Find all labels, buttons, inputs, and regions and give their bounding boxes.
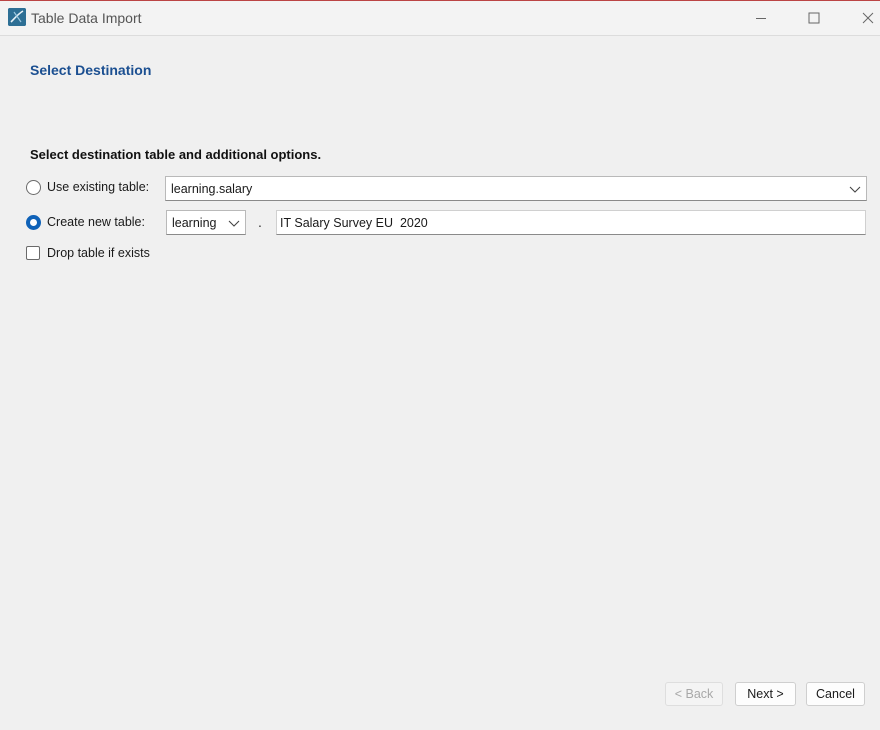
mysql-workbench-icon (8, 8, 26, 26)
existing-table-combobox[interactable]: learning.salary (165, 176, 867, 201)
use-existing-table-label[interactable]: Use existing table: (47, 180, 149, 194)
schema-combobox[interactable]: learning (166, 210, 246, 235)
cancel-button[interactable]: Cancel (806, 682, 865, 706)
minimize-icon (756, 18, 766, 19)
back-button[interactable]: < Back (665, 682, 723, 706)
page-title: Select Destination (30, 62, 152, 78)
drop-table-checkbox[interactable] (26, 246, 40, 260)
new-table-name-field[interactable] (276, 210, 866, 235)
section-heading: Select destination table and additional … (30, 147, 322, 162)
next-button[interactable]: Next > (735, 682, 796, 706)
minimize-button[interactable] (738, 1, 784, 35)
use-existing-table-radio[interactable] (26, 180, 41, 195)
existing-table-value: learning.salary (171, 182, 253, 196)
maximize-icon (808, 12, 820, 24)
create-new-table-radio[interactable] (26, 215, 41, 230)
title-bar: Table Data Import (0, 0, 880, 36)
maximize-button[interactable] (791, 1, 837, 35)
drop-table-label[interactable]: Drop table if exists (47, 246, 150, 260)
close-button[interactable] (845, 1, 880, 35)
chevron-down-icon (849, 186, 861, 193)
create-new-table-label[interactable]: Create new table: (47, 215, 145, 229)
close-icon (862, 12, 874, 24)
new-table-name-input[interactable] (280, 215, 860, 231)
schema-table-separator: . (258, 214, 262, 230)
schema-value: learning (172, 216, 217, 230)
window-title: Table Data Import (31, 10, 142, 26)
chevron-down-icon (228, 220, 240, 227)
